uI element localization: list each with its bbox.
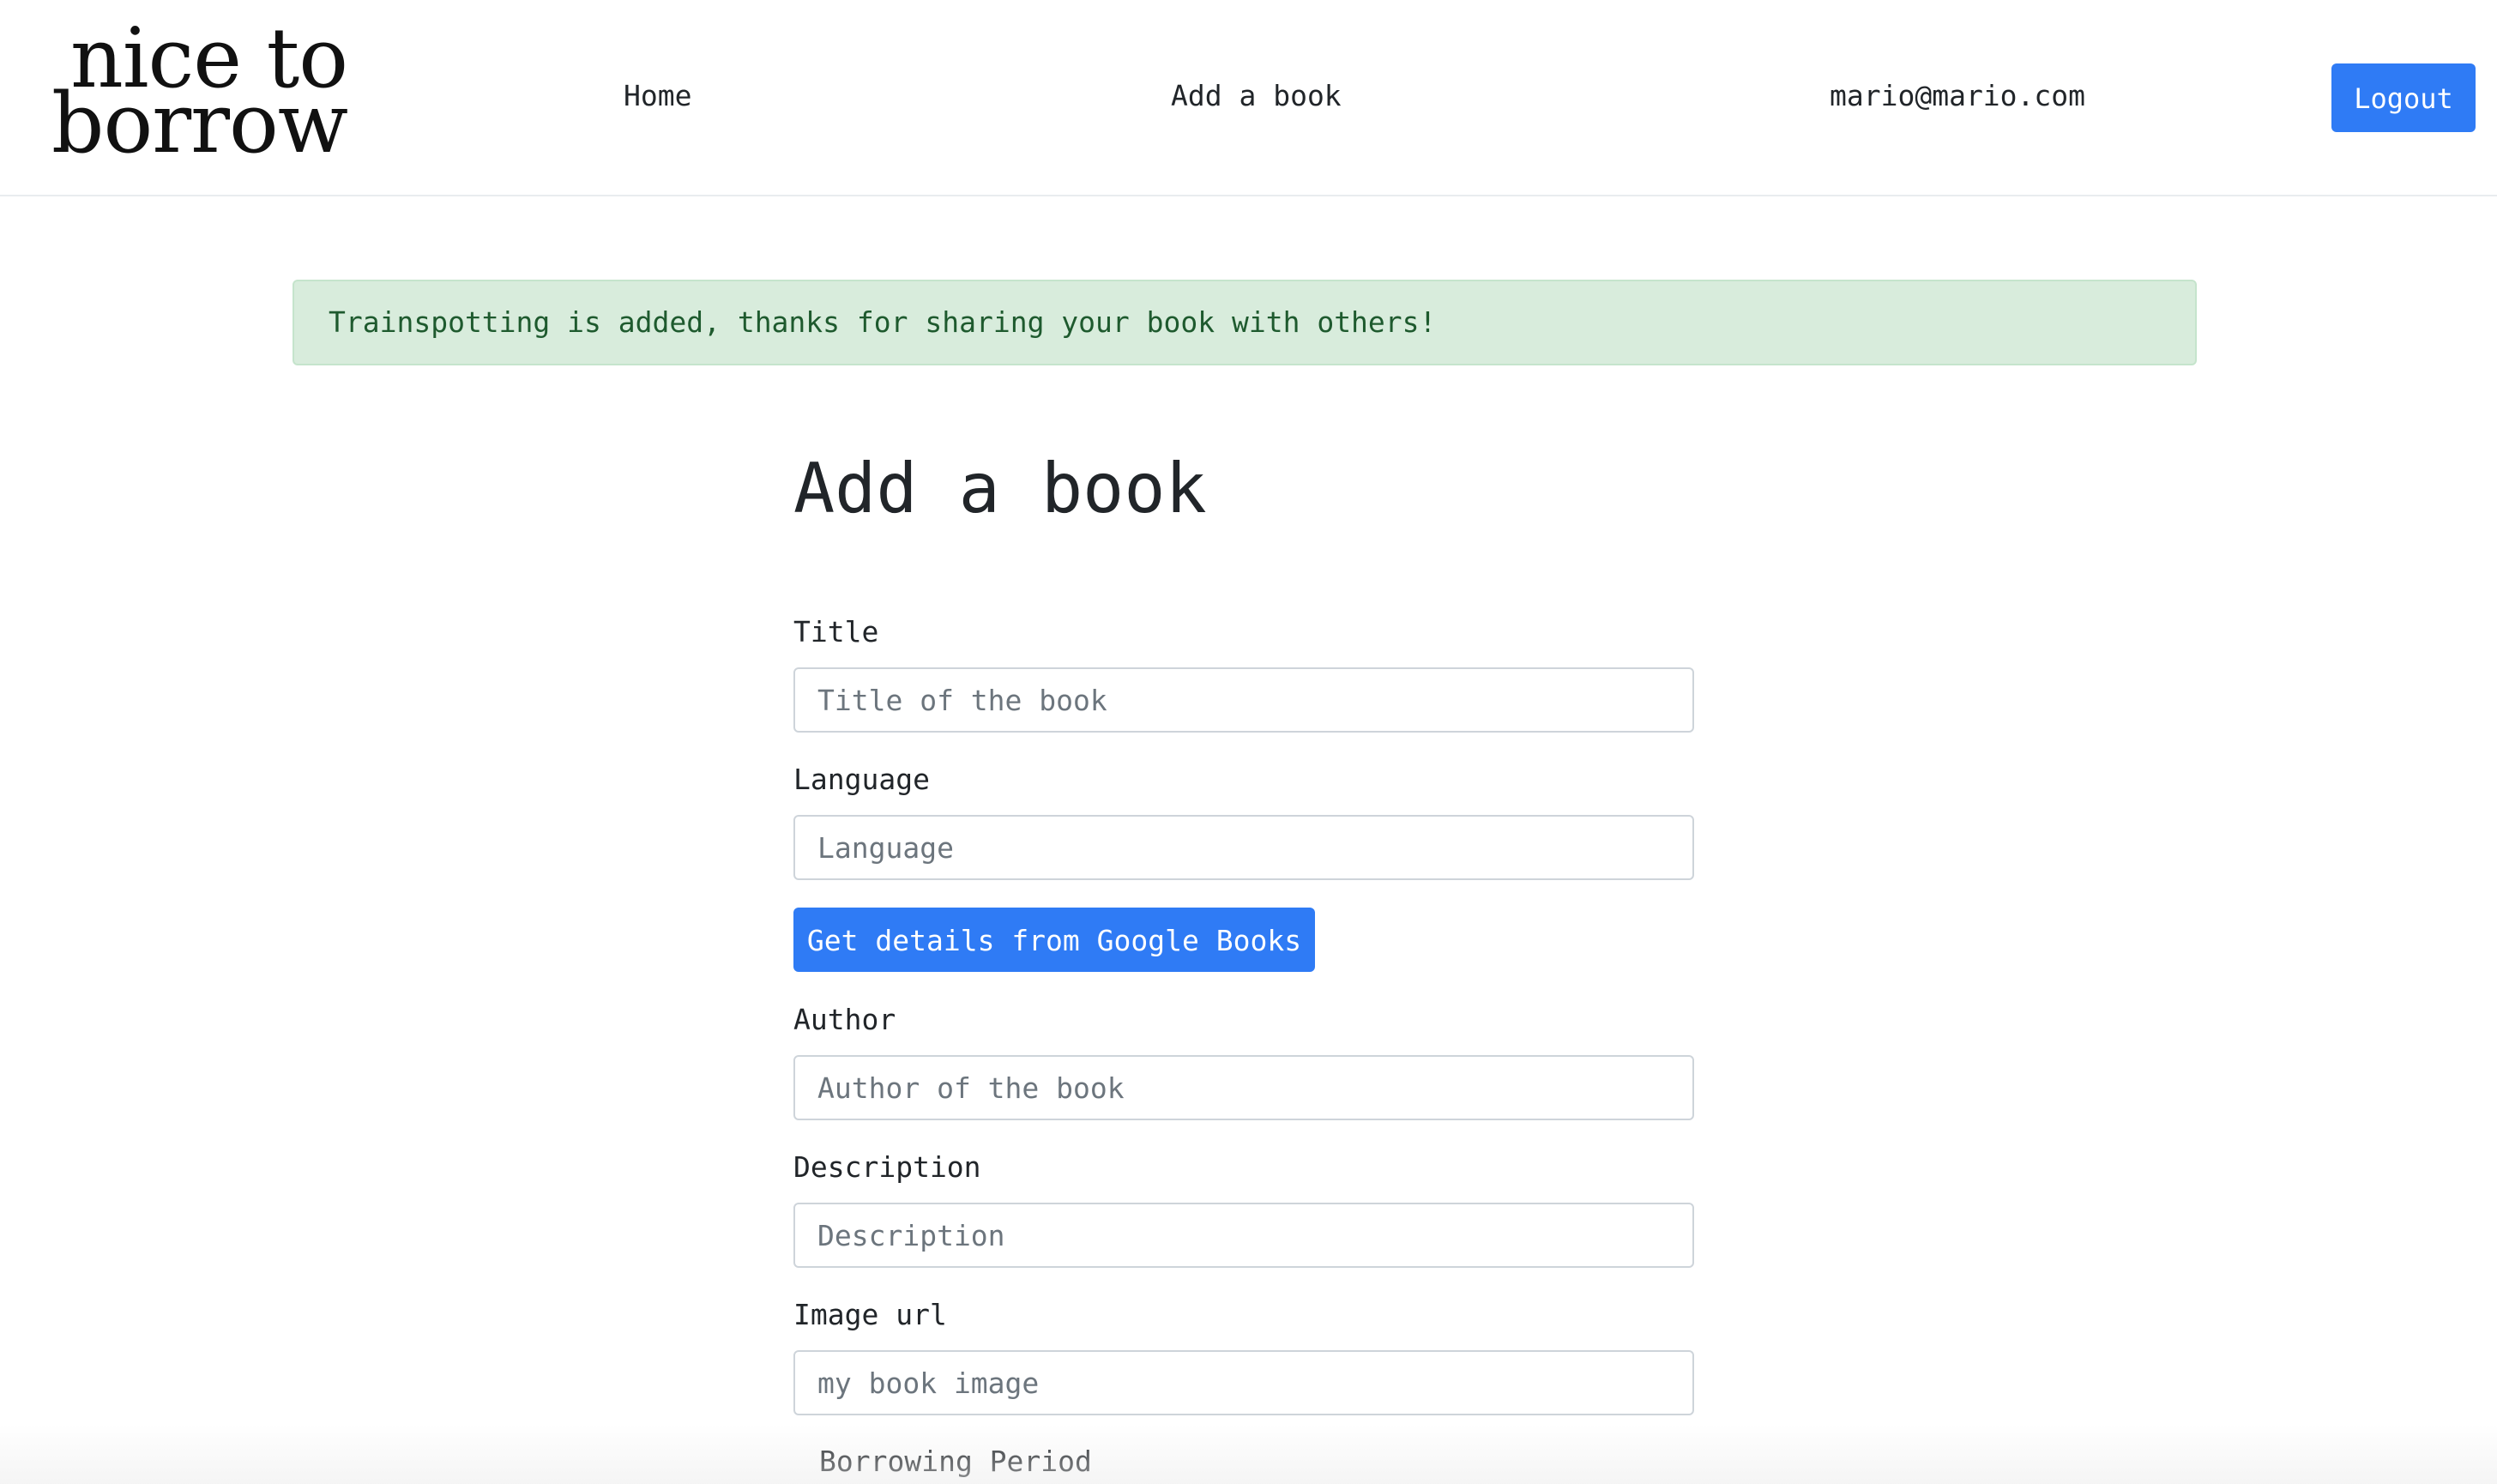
success-alert: Trainspotting is added, thanks for shari… xyxy=(293,280,2197,365)
title-label: Title xyxy=(793,615,879,648)
google-books-button[interactable]: Get details from Google Books xyxy=(793,908,1315,972)
language-label: Language xyxy=(793,763,930,796)
logo-line-2: borrow xyxy=(51,75,348,172)
image-url-label: Image url xyxy=(793,1298,947,1331)
nav-link-home[interactable]: Home xyxy=(624,77,691,115)
logout-button[interactable]: Logout xyxy=(2331,63,2476,132)
borrowing-period-label: Borrowing Period xyxy=(819,1445,1092,1478)
author-input[interactable] xyxy=(793,1055,1694,1120)
language-input[interactable] xyxy=(793,815,1694,880)
description-label: Description xyxy=(793,1150,981,1184)
nav-link-add-book[interactable]: Add a book xyxy=(1171,77,1342,115)
bottom-fade-overlay xyxy=(0,1424,2497,1484)
page-title: Add a book xyxy=(793,449,1207,528)
title-input[interactable] xyxy=(793,667,1694,733)
author-label: Author xyxy=(793,1003,896,1036)
user-email: mario@mario.com xyxy=(1830,79,2086,112)
description-input[interactable] xyxy=(793,1203,1694,1268)
site-logo[interactable]: nice to borrow xyxy=(51,17,348,172)
image-url-input[interactable] xyxy=(793,1350,1694,1415)
top-navbar: nice to borrow Home Add a book mario@mar… xyxy=(0,0,2497,196)
